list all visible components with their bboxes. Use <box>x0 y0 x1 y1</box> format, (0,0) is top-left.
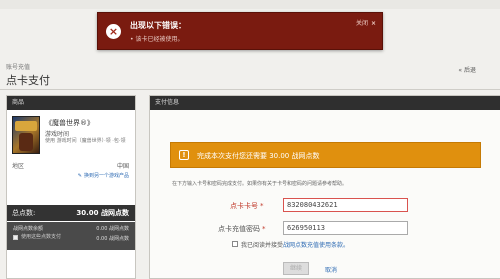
total-value: 30.00 战网点数 <box>76 209 129 217</box>
card-number-label: 点卡卡号 * <box>230 201 264 211</box>
payment-panel-header: 支付信息 <box>150 96 500 110</box>
payment-panel: 支付信息 ! 完成本次支付您还需要 30.00 战网点数 在下方输入卡号和密码完… <box>149 95 500 279</box>
back-link[interactable]: «后退 <box>458 65 476 74</box>
product-description: 使用 游戏时间（魔兽世界）·领 ·包·领 <box>45 138 126 144</box>
card-number-input[interactable]: 832080432621 <box>283 198 408 212</box>
notice-text: 完成本次支付您还需要 30.00 战网点数 <box>197 152 320 160</box>
error-message: • 该卡已经被使用。 <box>130 36 184 43</box>
region-value: 中国 <box>116 163 129 170</box>
breadcrumb[interactable]: 账号充值 <box>6 62 30 71</box>
error-close-button[interactable]: 关闭 × <box>356 18 376 27</box>
continue-button[interactable]: 继续 <box>283 262 309 275</box>
arrow-left-icon: « <box>458 67 462 74</box>
balance-row: 战网点数余额 0.00 战网点数 使用这些点数支付 0.00 战网点数 <box>7 222 135 250</box>
terms-link[interactable]: 战网点数充值使用条款。 <box>283 242 349 249</box>
agree-checkbox[interactable] <box>232 241 238 247</box>
required-asterisk: * <box>260 202 264 210</box>
close-icon: × <box>370 20 376 27</box>
use-balance-value: 0.00 战网点数 <box>96 236 129 242</box>
use-balance-checkbox[interactable] <box>13 235 18 240</box>
total-bar: 总点数: 30.00 战网点数 <box>7 205 135 221</box>
error-x-icon: × <box>106 24 121 39</box>
balance-label: 战网点数余额 <box>13 226 44 232</box>
error-banner: × 出现以下错误： • 该卡已经被使用。 关闭 × <box>97 12 383 50</box>
pin-label: 点卡充值密码 * <box>218 224 266 234</box>
error-close-label: 关闭 <box>355 20 368 27</box>
cancel-link[interactable]: 取消 <box>325 265 337 274</box>
total-label: 总点数: <box>12 209 36 217</box>
instructions-text: 在下方输入卡号和密码完成支付。如果你有关于卡号和密码的问题请参考帮助。 <box>172 181 348 187</box>
pencil-icon: ✎ <box>77 173 82 179</box>
product-cover-image <box>12 116 40 154</box>
pin-input[interactable]: 626950113 <box>283 221 408 235</box>
product-name: 《魔兽世界®》 <box>45 119 94 127</box>
top-bar <box>0 0 500 9</box>
required-asterisk: * <box>262 225 266 233</box>
warning-icon: ! <box>179 150 189 160</box>
page-title: 点卡支付 <box>6 74 50 87</box>
use-balance-label: 使用这些点数支付 <box>21 234 62 240</box>
cover-character <box>19 133 33 151</box>
error-title: 出现以下错误： <box>130 21 186 30</box>
agree-prefix: 我已阅读并接受 <box>241 242 284 249</box>
switch-product-label: 换到另一个游戏产品 <box>83 173 129 179</box>
agree-text: 我已阅读并接受战网点数充值使用条款。 <box>241 240 349 249</box>
cover-logo <box>15 121 37 131</box>
region-label: 地区 <box>12 163 25 170</box>
notice-banner: ! 完成本次支付您还需要 30.00 战网点数 <box>170 142 481 168</box>
divider <box>0 89 500 90</box>
pin-label-text: 点卡充值密码 <box>218 225 260 233</box>
product-type: 游戏时间 <box>45 131 70 138</box>
back-label: 后退 <box>463 67 476 74</box>
card-number-label-text: 点卡卡号 <box>230 202 258 210</box>
balance-value: 0.00 战网点数 <box>96 226 129 232</box>
switch-product-link[interactable]: ✎ 换到另一个游戏产品 <box>78 172 129 179</box>
product-panel: 商品 《魔兽世界®》 游戏时间 使用 游戏时间（魔兽世界）·领 ·包·领 地区 … <box>6 95 136 279</box>
product-panel-header: 商品 <box>7 96 135 110</box>
